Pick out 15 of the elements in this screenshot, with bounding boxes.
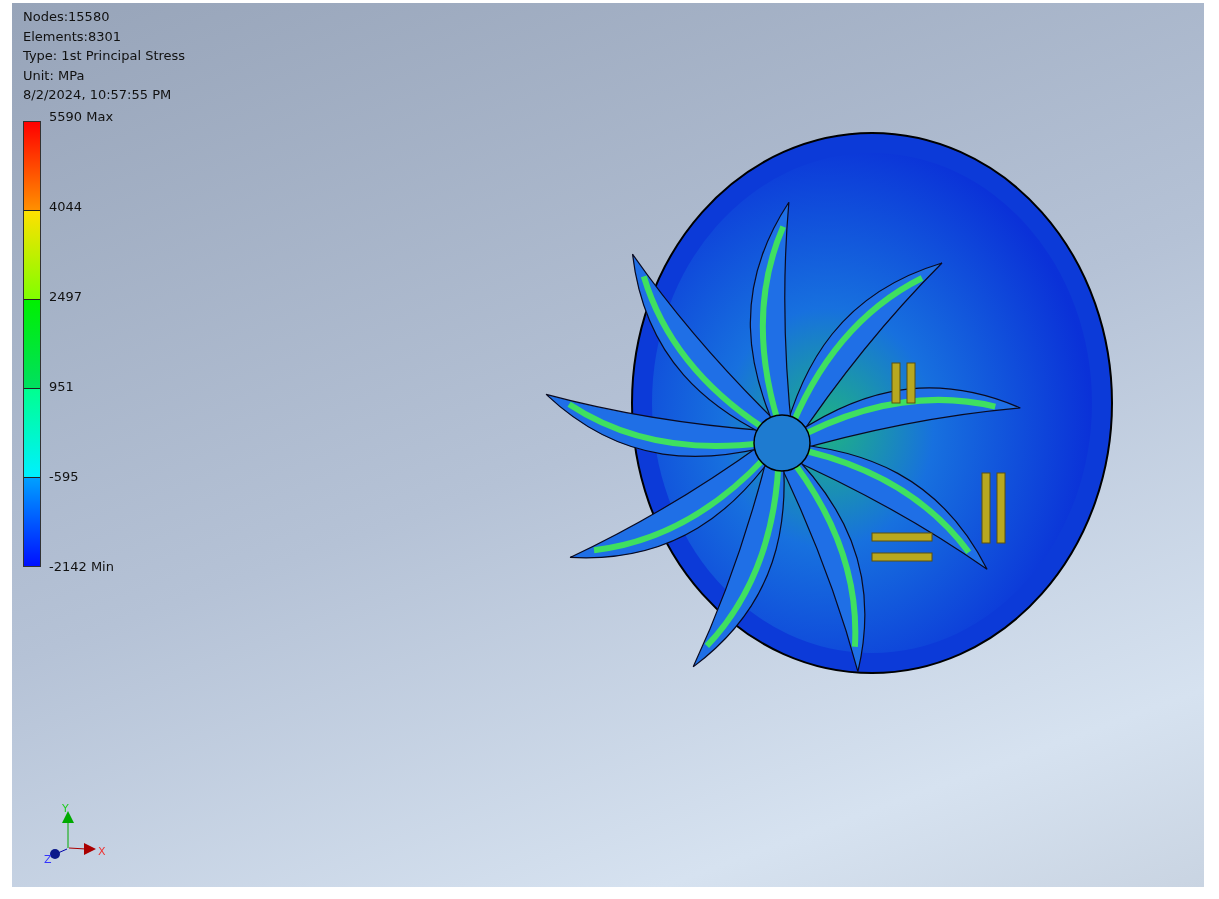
x-axis-label: X <box>98 845 106 858</box>
info-text: 8/2/2024, 10:57:55 PM <box>23 86 173 104</box>
scale-label: -595 <box>49 467 80 486</box>
z-axis-label: Z <box>44 853 52 866</box>
scale-label: 4044 <box>49 197 84 216</box>
info-text: Elements:8301 <box>23 27 123 46</box>
scale-label: -2142 Min <box>49 557 114 576</box>
y-axis-label: Y <box>62 803 69 815</box>
scale-label: 951 <box>49 377 75 396</box>
info-text: Unit: MPa <box>23 66 86 85</box>
axis-triad-icon <box>50 811 96 859</box>
scale-label: 2497 <box>49 287 84 306</box>
info-text: Nodes:15580 <box>23 8 111 26</box>
scale-label: 5590 Max <box>49 107 114 126</box>
info-text: Type: 1st Principal Stress <box>23 47 187 65</box>
